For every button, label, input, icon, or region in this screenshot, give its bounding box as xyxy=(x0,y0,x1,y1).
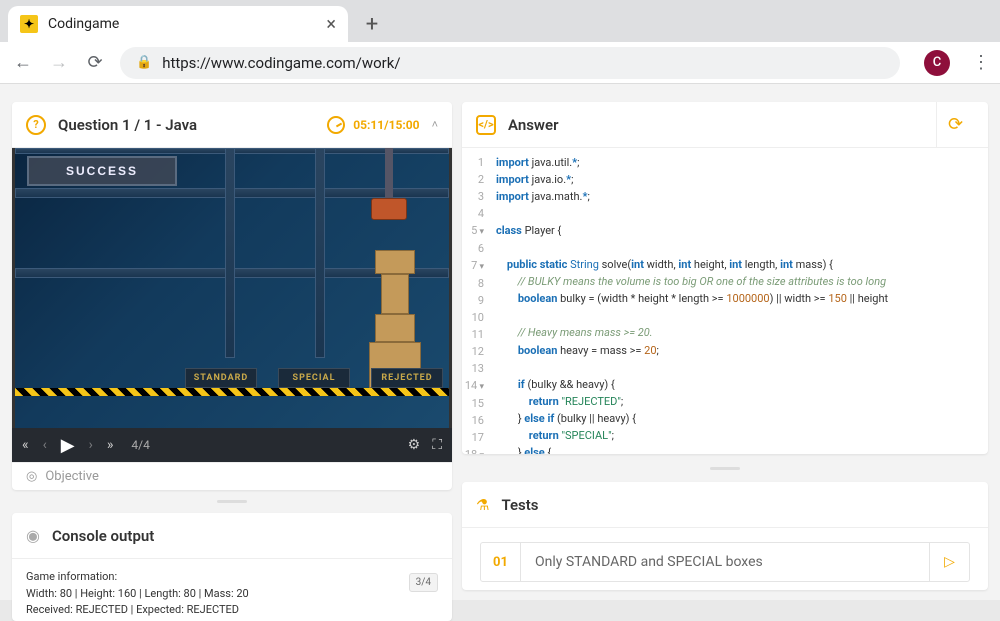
tests-card: ⚗ Tests 01 Only STANDARD and SPECIAL box… xyxy=(462,482,988,590)
settings-icon[interactable]: ⚙ xyxy=(408,437,421,453)
flask-icon: ⚗ xyxy=(476,496,489,514)
objective-label: Objective xyxy=(45,469,99,484)
step-back-button[interactable]: ‹ xyxy=(43,437,47,453)
fast-fwd-button[interactable]: » xyxy=(107,437,114,453)
console-line: Game information: xyxy=(26,569,438,586)
timer-icon xyxy=(327,116,345,134)
new-tab-button[interactable]: + xyxy=(356,8,388,40)
run-test-button[interactable]: ▷ xyxy=(929,543,969,581)
sign-standard: STANDARD xyxy=(185,368,257,388)
console-body: Game information: Width: 80 | Height: 16… xyxy=(12,559,452,621)
console-card: ◉ Console output Game information: Width… xyxy=(12,513,452,621)
sign-rejected: REJECTED xyxy=(371,368,443,388)
console-title: Console output xyxy=(52,527,154,545)
console-badge[interactable]: 3/4 xyxy=(409,573,438,592)
question-card: ? Question 1 / 1 - Java 05:11/15:00 ˄ SU… xyxy=(12,102,452,490)
objective-row[interactable]: ◎ Objective xyxy=(12,462,452,490)
favicon-icon: ✦ xyxy=(20,15,38,33)
viewer-controls: « ‹ ▶ › » 4/4 ⚙ ⛶ xyxy=(12,428,452,462)
code-icon: </> xyxy=(476,115,496,135)
code-editor[interactable]: 1 2 3 4 5 ▾ 6 7 ▾ 8 9 10 11 12 13 14 ▾ 1… xyxy=(462,148,988,454)
play-button[interactable]: ▶ xyxy=(61,435,75,456)
close-tab-icon[interactable]: × xyxy=(326,14,336,35)
url-bar[interactable]: 🔒 https://www.codingame.com/work/ xyxy=(120,47,900,79)
rewind-button[interactable]: « xyxy=(22,437,29,453)
tab-title: Codingame xyxy=(48,16,316,32)
line-gutter: 1 2 3 4 5 ▾ 6 7 ▾ 8 9 10 11 12 13 14 ▾ 1… xyxy=(462,148,492,454)
crane-head xyxy=(371,198,407,220)
question-title: Question 1 / 1 - Java xyxy=(58,116,197,134)
code-content[interactable]: import java.util.*; import java.io.*; im… xyxy=(492,148,988,454)
browser-toolbar: ← → ⟳ 🔒 https://www.codingame.com/work/ … xyxy=(0,42,1000,84)
test-number: 01 xyxy=(481,543,521,581)
resize-grip[interactable] xyxy=(12,500,452,503)
game-viewer: SUCCESS STANDARD SPECIAL REJECTED xyxy=(12,148,452,428)
target-icon: ◎ xyxy=(26,469,37,484)
fullscreen-icon[interactable]: ⛶ xyxy=(432,437,442,453)
test-label: Only STANDARD and SPECIAL boxes xyxy=(521,554,929,570)
answer-title: Answer xyxy=(508,116,558,134)
profile-avatar[interactable]: C xyxy=(924,50,950,76)
forward-button[interactable]: → xyxy=(48,52,70,73)
sign-special: SPECIAL xyxy=(278,368,350,388)
frame-indicator: 4/4 xyxy=(131,438,149,452)
timer-text: 05:11/15:00 xyxy=(353,118,419,132)
lock-icon: 🔒 xyxy=(136,55,152,70)
crane xyxy=(385,148,393,202)
tests-title: Tests xyxy=(501,496,538,514)
reset-code-button[interactable]: ⟳ xyxy=(936,102,974,148)
browser-menu-icon[interactable]: ⋮ xyxy=(972,52,988,73)
step-fwd-button[interactable]: › xyxy=(89,437,93,453)
console-icon: ◉ xyxy=(26,526,40,545)
answer-card: </> Answer ⟳ 1 2 3 4 5 ▾ 6 7 ▾ 8 9 10 11 xyxy=(462,102,988,454)
timer[interactable]: 05:11/15:00 ˄ xyxy=(327,116,438,134)
url-text: https://www.codingame.com/work/ xyxy=(162,54,400,72)
back-button[interactable]: ← xyxy=(12,52,34,73)
chevron-up-icon: ˄ xyxy=(432,118,438,131)
test-row[interactable]: 01 Only STANDARD and SPECIAL boxes ▷ xyxy=(480,542,970,582)
console-line: Received: REJECTED | Expected: REJECTED xyxy=(26,602,438,619)
floor-stripe xyxy=(15,388,449,396)
browser-tab[interactable]: ✦ Codingame × xyxy=(8,6,348,42)
tab-strip: ✦ Codingame × + xyxy=(0,0,1000,42)
question-icon: ? xyxy=(26,115,46,135)
success-banner: SUCCESS xyxy=(27,156,177,186)
resize-grip[interactable] xyxy=(462,464,988,472)
reload-button[interactable]: ⟳ xyxy=(84,52,106,73)
